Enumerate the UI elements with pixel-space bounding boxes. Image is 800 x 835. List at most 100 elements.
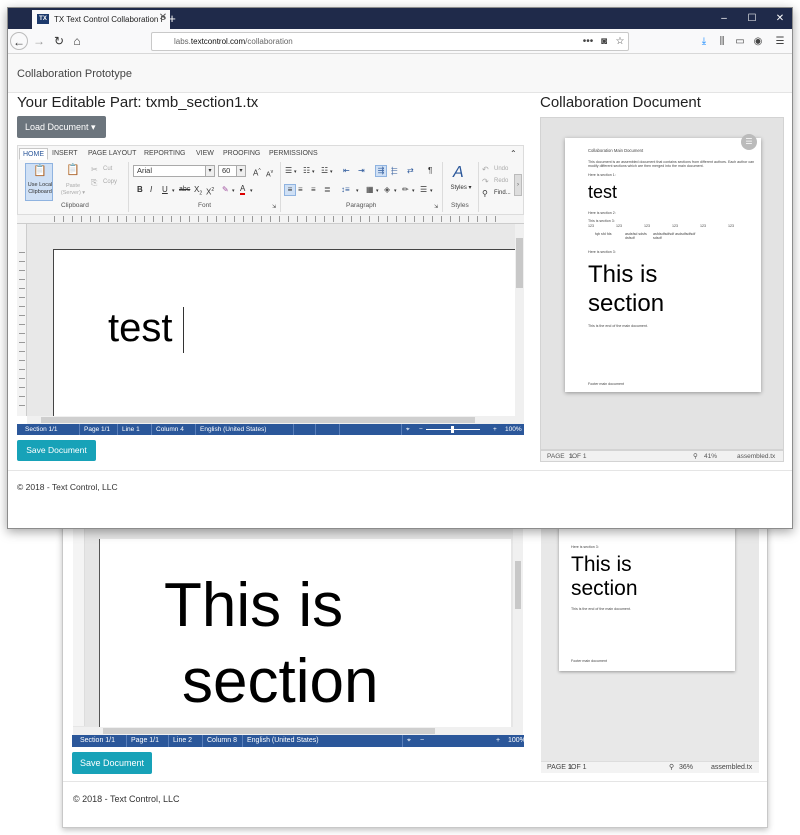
horizontal-scroll-thumb[interactable] (41, 417, 475, 423)
new-tab-button[interactable]: + (164, 10, 180, 27)
tab-page-layout[interactable]: PAGE LAYOUT (88, 148, 136, 160)
font-dialog-launcher-icon[interactable]: ⇲ (272, 202, 276, 212)
paragraph-dialog-launcher-icon[interactable]: ⇲ (434, 202, 438, 212)
bullets-icon[interactable]: ☰ (285, 166, 292, 176)
font-color-icon[interactable]: A (240, 185, 246, 195)
zoom-fit-icon[interactable]: ⌖ (401, 424, 410, 435)
tab-proofing[interactable]: PROOFING (223, 148, 260, 160)
bookmark-star-icon[interactable]: ☆ (612, 33, 628, 50)
copy-icon[interactable]: ⎘ (91, 178, 97, 188)
increase-indent-icon[interactable]: ⇥ (358, 166, 365, 176)
shrink-font-icon[interactable]: Av (266, 167, 273, 180)
shading-icon[interactable]: ◈ (384, 185, 390, 195)
subscript-icon[interactable]: X2 (194, 185, 202, 199)
home-button[interactable]: ⌂ (68, 32, 86, 50)
redo-icon[interactable]: ↷ (482, 177, 489, 187)
back-button[interactable]: ← (10, 32, 28, 50)
highlight-dropdown-icon[interactable]: ▾ (232, 186, 235, 196)
forward-button[interactable]: → (30, 32, 48, 50)
zoom-in-icon[interactable]: + (489, 424, 497, 435)
underline-icon[interactable]: U (162, 185, 168, 195)
menu-icon[interactable]: ☰ (772, 33, 788, 50)
multilevel-list-icon[interactable]: ☳ (321, 166, 328, 176)
align-center-icon[interactable]: ≡ (298, 185, 303, 195)
editor-text[interactable]: test (108, 308, 172, 348)
brand-link[interactable]: Collaboration Prototype (17, 68, 132, 80)
browser-tab[interactable]: TX Text Control Collaboration P (32, 10, 170, 29)
font-family-dropdown-icon[interactable]: ▾ (205, 166, 214, 176)
account-icon[interactable]: ◉ (750, 33, 766, 50)
downloads-icon[interactable]: ⤓ (696, 33, 712, 50)
underline-dropdown-icon[interactable]: ▾ (172, 186, 175, 196)
bg-editor-page[interactable]: This is section (99, 539, 511, 729)
shading-dropdown-icon[interactable]: ▾ (394, 186, 397, 196)
paragraph-color-dropdown-icon[interactable]: ▾ (412, 186, 415, 196)
left-to-right-icon[interactable]: ⇶ (375, 165, 387, 177)
ribbon-scroll-right-icon[interactable]: › (514, 174, 522, 196)
decrease-indent-icon[interactable]: ⇤ (343, 166, 350, 176)
bg-zoom-out-icon[interactable]: − (416, 735, 424, 747)
load-document-button[interactable]: Load Document ▾ (17, 116, 106, 138)
multilevel-dropdown-icon[interactable]: ▾ (330, 167, 333, 177)
maximize-button[interactable]: ☐ (738, 8, 766, 29)
bg-vertical-scrollbar[interactable] (513, 521, 523, 729)
tab-home[interactable]: HOME (19, 148, 48, 160)
show-paragraph-marks-icon[interactable]: ¶ (428, 166, 432, 176)
zoom-out-icon[interactable]: − (415, 424, 423, 435)
cut-icon[interactable]: ✂ (91, 165, 98, 175)
reload-button[interactable]: ↻ (50, 32, 68, 50)
line-spacing-icon[interactable]: ↕≡ (341, 185, 350, 195)
font-family-select[interactable]: Arial (133, 165, 215, 177)
align-right-icon[interactable]: ≡ (311, 185, 316, 195)
tab-view[interactable]: VIEW (196, 148, 214, 160)
tab-insert[interactable]: INSERT (52, 148, 78, 160)
strikethrough-icon[interactable]: abc (179, 185, 190, 195)
library-icon[interactable]: ⫼ (714, 33, 730, 50)
bg-horizontal-scroll-thumb[interactable] (103, 728, 435, 734)
bg-zoom-in-icon[interactable]: + (492, 735, 500, 747)
paragraph-color-icon[interactable]: ✏ (402, 185, 409, 195)
tab-permissions[interactable]: PERMISSIONS (269, 148, 318, 160)
numbering-dropdown-icon[interactable]: ▾ (312, 167, 315, 177)
viewer-zoom-icon[interactable]: ⚲ (693, 451, 698, 462)
find-label[interactable]: Find... (494, 190, 511, 196)
address-bar[interactable]: labs.textcontrol.com/collaboration (151, 32, 629, 51)
bold-icon[interactable]: B (137, 185, 143, 195)
bg-save-document-button[interactable]: Save Document (72, 752, 152, 774)
close-window-button[interactable]: ✕ (766, 8, 792, 29)
redo-label[interactable]: Redo (494, 178, 508, 184)
superscript-icon[interactable]: X2 (206, 185, 214, 198)
italic-icon[interactable]: I (150, 185, 152, 195)
align-left-icon[interactable]: ≡ (284, 184, 296, 196)
font-size-dropdown-icon[interactable]: ▾ (236, 166, 245, 176)
collapse-ribbon-icon[interactable]: ⌃ (510, 149, 517, 159)
bg-vertical-scroll-thumb[interactable] (515, 561, 521, 609)
tab-reporting[interactable]: REPORTING (144, 148, 186, 160)
bg-viewer-zoom-icon[interactable]: ⚲ (669, 762, 674, 774)
save-document-button[interactable]: Save Document (17, 440, 96, 461)
tab-stops-icon[interactable]: ⇄ (407, 166, 414, 176)
borders-icon[interactable]: ▦ (366, 185, 374, 195)
copy-label[interactable]: Copy (103, 179, 117, 185)
page-actions-icon[interactable]: ••• (580, 33, 596, 50)
styles-button[interactable]: A Styles ▾ (446, 164, 476, 200)
zoom-slider-knob[interactable] (451, 426, 454, 433)
paste-button[interactable]: 📋 Paste (Server) ▾ (57, 163, 89, 201)
right-to-left-icon[interactable]: ⬱ (391, 166, 397, 176)
undo-icon[interactable]: ↶ (482, 165, 489, 175)
grow-font-icon[interactable]: A^ (253, 166, 261, 179)
numbering-icon[interactable]: ☷ (303, 166, 310, 176)
sidebar-icon[interactable]: ▭ (732, 33, 748, 50)
font-color-dropdown-icon[interactable]: ▾ (250, 186, 253, 196)
viewer-menu-icon[interactable]: ☰ (741, 134, 757, 150)
borders-dropdown-icon[interactable]: ▾ (376, 186, 379, 196)
line-style-dropdown-icon[interactable]: ▾ (430, 186, 433, 196)
undo-label[interactable]: Undo (494, 166, 508, 172)
line-spacing-dropdown-icon[interactable]: ▾ (356, 186, 359, 196)
use-local-clipboard-button[interactable]: 📋 Use Local Clipboard (25, 163, 53, 201)
bg-zoom-fit-icon[interactable]: ⌖ (402, 735, 411, 747)
find-icon[interactable]: ⚲ (482, 189, 488, 199)
text-highlight-icon[interactable]: ✎ (222, 185, 229, 195)
cut-label[interactable]: Cut (103, 166, 112, 172)
line-style-icon[interactable]: ☰ (420, 185, 427, 195)
